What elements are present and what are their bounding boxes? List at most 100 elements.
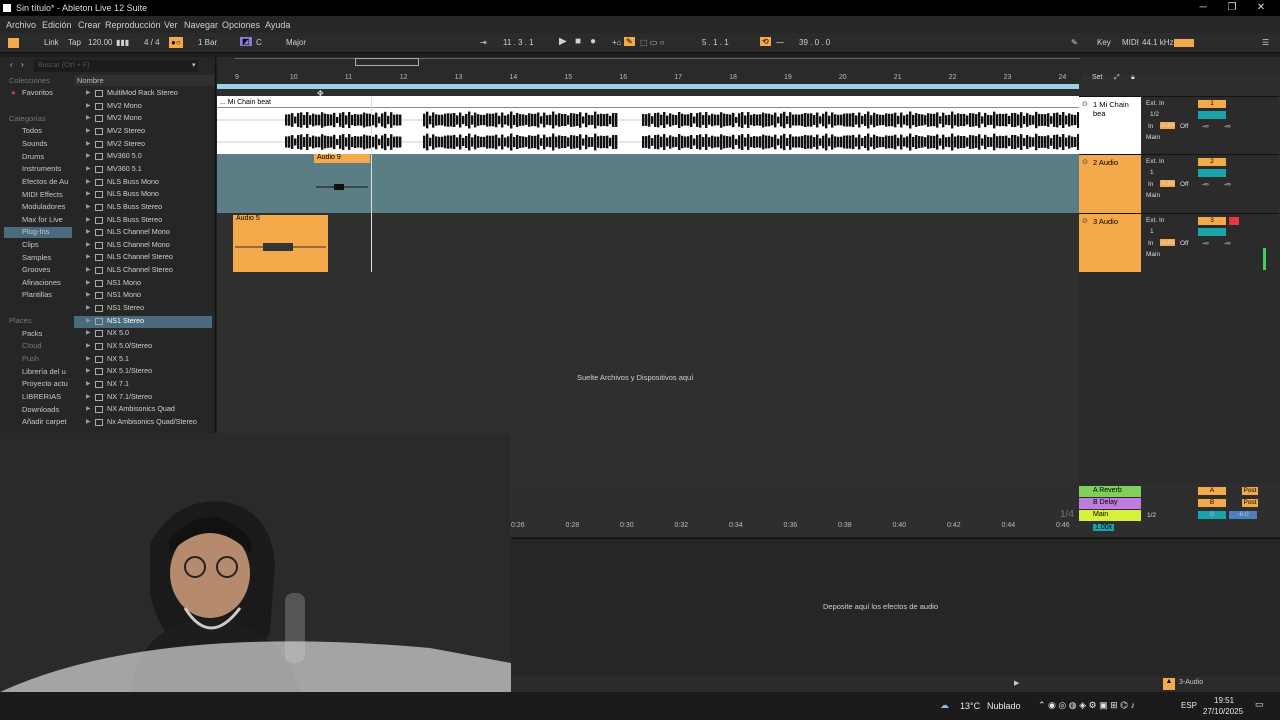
main-volume[interactable]: 0 xyxy=(1198,511,1226,519)
tempo-field[interactable]: 120.00 xyxy=(88,38,112,47)
expand-triangle-icon[interactable]: ▶ xyxy=(86,216,91,223)
expand-triangle-icon[interactable]: ▶ xyxy=(86,317,91,324)
midi-map-button[interactable]: MIDI xyxy=(1122,38,1139,47)
bar-ruler[interactable]: 9 10 11 12 13 14 15 16 17 18 19 20 21 22 23 24 xyxy=(217,74,1082,84)
place-downloads[interactable]: Downloads xyxy=(9,405,59,414)
browser-item[interactable]: ▶ NLS Channel Stereo xyxy=(74,252,212,264)
track-3-send-b[interactable]: -∞ xyxy=(1224,240,1231,247)
clip-audio-9[interactable]: Audio 9 xyxy=(314,154,370,163)
sidebar-item-clips[interactable]: Clips xyxy=(9,240,39,249)
expand-triangle-icon[interactable]: ▶ xyxy=(86,266,91,273)
metronome-button[interactable]: ●○ xyxy=(169,37,183,48)
loop-switch-icon[interactable]: ⟲ xyxy=(760,37,771,46)
browser-item[interactable]: ▶ NLS Channel Mono xyxy=(74,240,212,252)
track-2-volume[interactable] xyxy=(1198,169,1226,177)
browser-item[interactable]: ▶ NS1 Mono xyxy=(74,278,212,290)
scale-mode-icon[interactable]: ◩ xyxy=(240,37,252,46)
browser-item[interactable]: ▶ NX 5.1 xyxy=(74,354,212,366)
overview-window[interactable] xyxy=(355,58,419,66)
sidebar-item-sounds[interactable]: Sounds xyxy=(9,139,47,148)
menu-crear[interactable]: Crear xyxy=(78,20,101,30)
browser-item[interactable]: ▶ NS1 Mono xyxy=(74,290,212,302)
expand-triangle-icon[interactable]: ▶ xyxy=(86,203,91,210)
main-track[interactable]: Main xyxy=(1079,510,1141,521)
tap-button[interactable]: Tap xyxy=(68,38,81,47)
track-1-in[interactable]: In xyxy=(1148,123,1153,130)
record-icon[interactable]: ● xyxy=(590,36,596,47)
sidebar-item-grooves[interactable]: Grooves xyxy=(9,265,50,274)
quantize-select[interactable]: 1 Bar xyxy=(198,38,217,47)
track-1-send-a[interactable]: -∞ xyxy=(1202,123,1209,130)
sidebar-item-max-for-live[interactable]: Max for Live xyxy=(9,215,63,224)
speed-field[interactable]: 1.00x xyxy=(1093,524,1115,531)
device-view[interactable]: Deposite aquí los efectos de audio xyxy=(511,538,1280,676)
track-2-channel[interactable]: 1 xyxy=(1150,169,1154,176)
track-2-send-a[interactable]: -∞ xyxy=(1202,181,1209,188)
lock-icon[interactable]: 🔒︎ xyxy=(1131,74,1135,82)
track-3-header[interactable]: 3 Audio ⊙ Ext. In 1 In Auto Off Main 3 -… xyxy=(1079,213,1279,272)
sidebar-item-samples[interactable]: Samples xyxy=(9,253,51,262)
track-1-send-b[interactable]: -∞ xyxy=(1224,123,1231,130)
track-3-number[interactable]: 3 xyxy=(1198,217,1226,225)
browser-item[interactable]: ▶ NLS Buss Stereo xyxy=(74,215,212,227)
expand-triangle-icon[interactable]: ▶ xyxy=(86,228,91,235)
browser-item[interactable]: ▶ NX 5.0/Stereo xyxy=(74,341,212,353)
menu-reproduccion[interactable]: Reproducción xyxy=(105,20,161,30)
clip-mi-chain-beat[interactable]: ... Mi Chain beat xyxy=(220,99,271,106)
track-1-header[interactable]: 1 Mi Chain bea ⊙ Ext. In 1/2 In Auto Off… xyxy=(1079,96,1279,154)
expand-triangle-icon[interactable]: ▶ xyxy=(86,127,91,134)
place-add-folder[interactable]: Añadir carpet xyxy=(9,417,67,426)
browser-item[interactable]: ▶ NLS Channel Mono xyxy=(74,227,212,239)
track-2-input[interactable]: Ext. In xyxy=(1146,158,1164,165)
maximize-icon[interactable]: ❐ xyxy=(1225,1,1239,15)
track-2-in[interactable]: In xyxy=(1148,181,1153,188)
track-3-arm-button[interactable] xyxy=(1229,217,1239,225)
position-field[interactable]: 11 . 3 . 1 xyxy=(503,38,534,47)
return-b-post[interactable]: Post xyxy=(1242,499,1258,507)
browser-item[interactable]: ▶ MV2 Mono xyxy=(74,101,212,113)
capture-icon[interactable]: ⬚ ▭ ○ xyxy=(640,38,664,47)
browser-item[interactable]: ▶ MV360 5.0 xyxy=(74,151,212,163)
return-a-reverb[interactable]: A Reverb xyxy=(1079,486,1141,497)
browser-item[interactable]: ▶ NX 5.0 xyxy=(74,328,212,340)
place-cloud[interactable]: Cloud xyxy=(9,341,42,350)
track-2-activator-icon[interactable]: ⊙ xyxy=(1082,158,1088,166)
browser-item[interactable]: ▶ NLS Buss Stereo xyxy=(74,202,212,214)
browser-item[interactable]: ▶ MV2 Stereo xyxy=(74,126,212,138)
return-a-letter[interactable]: A xyxy=(1198,487,1226,495)
loop-length-field[interactable]: 39 . 0 . 0 xyxy=(799,38,830,47)
browser-item[interactable]: ▶ NX 7.1/Stereo xyxy=(74,392,212,404)
track-1-output[interactable]: Main xyxy=(1146,134,1160,141)
punch-icon[interactable]: ⁓ xyxy=(776,38,784,47)
sidebar-item-drums[interactable]: Drums xyxy=(9,152,44,161)
set-button[interactable]: Set xyxy=(1092,74,1103,81)
expand-triangle-icon[interactable]: ▶ xyxy=(86,342,91,349)
browser-search-input[interactable]: Buscar (Ctrl + F) xyxy=(34,60,198,72)
expand-triangle-icon[interactable]: ▶ xyxy=(86,190,91,197)
expand-triangle-icon[interactable]: ▶ xyxy=(86,380,91,387)
return-b-delay[interactable]: B Delay xyxy=(1079,498,1141,509)
browser-item[interactable]: ▶ NLS Channel Stereo xyxy=(74,265,212,277)
sidebar-item-favoritos[interactable]: ● Favoritos xyxy=(9,88,53,97)
scale-select[interactable]: Major xyxy=(286,38,306,47)
sidebar-item-todos[interactable]: Todos xyxy=(9,126,42,135)
overview-strip[interactable] xyxy=(235,58,1080,66)
track-3-in[interactable]: In xyxy=(1148,240,1153,247)
expand-triangle-icon[interactable]: ▶ xyxy=(86,89,91,96)
expand-triangle-icon[interactable]: ▶ xyxy=(86,418,91,425)
sidebar-item-audio-effects[interactable]: Efectos de Au xyxy=(9,177,68,186)
browser-toggle-icon[interactable] xyxy=(8,38,19,48)
clock-time[interactable]: 19:51 xyxy=(1214,696,1234,705)
close-icon[interactable]: ✕ xyxy=(1254,1,1268,15)
track-3-channel[interactable]: 1 xyxy=(1150,228,1154,235)
track-3-activator-icon[interactable]: ⊙ xyxy=(1082,217,1088,225)
sidebar-item-plug-ins[interactable]: Plug-Ins xyxy=(4,227,72,238)
track-1-channel[interactable]: 1/2 xyxy=(1150,111,1159,118)
menu-ayuda[interactable]: Ayuda xyxy=(265,20,290,30)
tray-icons[interactable]: ⌃ ◉ ◎ ◍ ◈ ⚙ ▣ ⊞ ⌬ ♪ xyxy=(1038,700,1135,711)
menu-archivo[interactable]: Archivo xyxy=(6,20,36,30)
browser-item[interactable]: ▶ MultiMod Rack Stereo xyxy=(74,88,212,100)
browser-item[interactable]: ▶ NS1 Stereo xyxy=(74,303,212,315)
track-1-off[interactable]: Off xyxy=(1180,123,1189,130)
browser-item[interactable]: ▶ NS1 Stereo xyxy=(74,315,212,328)
